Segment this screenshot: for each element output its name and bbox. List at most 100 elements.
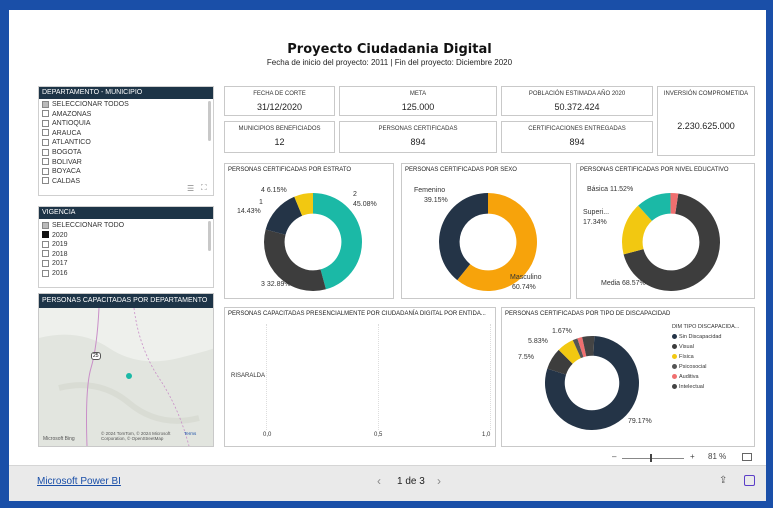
next-page-button[interactable]: › xyxy=(437,474,441,488)
option-label: AMAZONAS xyxy=(52,110,92,118)
checkbox[interactable] xyxy=(42,240,49,248)
legend-item[interactable]: Psicosocial xyxy=(672,362,752,372)
scrollbar[interactable] xyxy=(208,221,211,251)
checkbox[interactable] xyxy=(42,129,49,137)
x-tick: 0,0 xyxy=(263,432,272,438)
slicer-option[interactable]: ANTIOQUIA xyxy=(39,119,213,129)
slicer-option[interactable]: 2020 xyxy=(39,231,213,241)
checkbox[interactable] xyxy=(42,139,49,147)
label-estrato-4: 4 6.15% xyxy=(261,187,287,194)
chart-title: PERSONAS CERTIFICADAS POR ESTRATO xyxy=(228,167,352,173)
checkbox[interactable] xyxy=(42,110,49,118)
option-label: CALDAS xyxy=(52,177,81,185)
checkbox[interactable] xyxy=(42,148,49,156)
entidad-bar-panel[interactable]: PERSONAS CAPACITADAS PRESENCIALMENTE POR… xyxy=(224,307,496,447)
zoom-control[interactable]: – + 81 % xyxy=(612,452,762,464)
nivel-donut[interactable] xyxy=(621,192,721,292)
slicer-option[interactable]: ATLANTICO xyxy=(39,138,213,148)
gridline xyxy=(266,324,267,430)
expand-icon[interactable]: ⛶ xyxy=(201,183,207,193)
scrollbar[interactable] xyxy=(208,101,211,141)
checkbox[interactable] xyxy=(42,231,49,239)
checkbox[interactable] xyxy=(42,260,49,268)
slicer-option[interactable]: SELECCIONAR TODOS xyxy=(39,100,213,110)
card-value: 2.230.625.000 xyxy=(677,121,735,131)
filter-icon[interactable]: ☰ xyxy=(187,184,194,193)
map-terms-link[interactable]: Terms xyxy=(184,431,196,436)
fit-page-icon[interactable] xyxy=(742,453,752,461)
checkbox[interactable] xyxy=(42,250,49,258)
estrato-chart-panel[interactable]: PERSONAS CERTIFICADAS POR ESTRATO 4 6.15… xyxy=(224,163,394,299)
checkbox[interactable] xyxy=(42,100,49,108)
checkbox[interactable] xyxy=(42,269,49,277)
x-tick: 1,0 xyxy=(482,432,491,438)
prev-page-button[interactable]: ‹ xyxy=(377,474,381,488)
map-canvas[interactable] xyxy=(39,308,213,446)
vigencia-slicer[interactable]: VIGENCIA SELECCIONAR TODO 2020 2019 2018 201… xyxy=(38,206,214,288)
card-value: 125.000 xyxy=(401,102,435,112)
zoom-level: 81 % xyxy=(708,452,727,461)
slicer-option[interactable]: 2018 xyxy=(39,250,213,260)
slicer-option[interactable]: 2017 xyxy=(39,259,213,269)
powerbi-link[interactable]: Microsoft Power BI xyxy=(37,476,121,487)
slicer-option[interactable]: BOGOTA xyxy=(39,148,213,158)
slicer-option[interactable]: BOYACA xyxy=(39,167,213,177)
bing-logo: Microsoft Bing xyxy=(43,436,75,442)
option-label: 2019 xyxy=(52,241,68,249)
legend-swatch xyxy=(672,374,677,380)
legend-label: Intelectual xyxy=(679,384,705,390)
slicer-title: DEPARTAMENTO - MUNICIPIO xyxy=(39,87,213,99)
legend-item[interactable]: Sin Discapacidad xyxy=(672,332,752,342)
map-attribution: © 2024 TomTom, © 2024 Microsoft Corporat… xyxy=(101,431,171,441)
option-label: 2017 xyxy=(52,260,68,268)
slicer-option[interactable]: ARAUCA xyxy=(39,129,213,139)
map-panel[interactable]: PERSONAS CAPACITADAS POR DEPARTAMENTO 25… xyxy=(38,293,214,447)
slicer-list[interactable]: SELECCIONAR TODOS AMAZONAS ANTIOQUIA ARAUCA… xyxy=(39,99,213,186)
slicer-option[interactable]: 2019 xyxy=(39,240,213,250)
option-label: 2018 xyxy=(52,250,68,258)
zoom-slider-thumb[interactable] xyxy=(650,454,652,462)
footer-bar: Microsoft Power BI ‹ 1 de 3 › ⇪ xyxy=(9,465,766,501)
checkbox[interactable] xyxy=(42,177,49,185)
legend-item[interactable]: Auditiva xyxy=(672,372,752,382)
discapacidad-chart-panel[interactable]: PERSONAS CERTIFICADAS POR TIPO DE DISCAP… xyxy=(501,307,755,447)
department-slicer[interactable]: DEPARTAMENTO - MUNICIPIO SELECCIONAR TOD… xyxy=(38,86,214,196)
donut-slice-femenino[interactable] xyxy=(439,193,488,281)
legend-swatch xyxy=(672,334,677,340)
map-point[interactable] xyxy=(126,373,132,379)
slicer-option[interactable]: AMAZONAS xyxy=(39,110,213,120)
label-estrato-2b: 45.08% xyxy=(353,201,377,208)
gridline xyxy=(490,324,491,430)
slicer-option[interactable]: BOLIVAR xyxy=(39,158,213,168)
share-icon[interactable]: ⇪ xyxy=(719,475,727,486)
card-personas: PERSONAS CERTIFICADAS 894 xyxy=(339,121,497,153)
legend-item[interactable]: Intelectual xyxy=(672,382,752,392)
legend-label: Visual xyxy=(679,344,694,350)
label-masculino-pct: 60.74% xyxy=(512,284,536,291)
checkbox[interactable] xyxy=(42,167,49,175)
sexo-chart-panel[interactable]: PERSONAS CERTIFICADAS POR SEXO Femenino … xyxy=(401,163,571,299)
nivel-chart-panel[interactable]: PERSONAS CERTIFICADAS POR NIVEL EDUCATIV… xyxy=(576,163,755,299)
option-label: 2016 xyxy=(52,269,68,277)
page-subtitle: Fecha de inicio del proyecto: 2011 | Fin… xyxy=(266,58,513,67)
option-label: 2020 xyxy=(52,231,68,239)
zoom-out-button[interactable]: – xyxy=(612,452,616,461)
checkbox[interactable] xyxy=(42,158,49,166)
legend-item[interactable]: Física xyxy=(672,352,752,362)
discapacidad-donut[interactable] xyxy=(544,335,640,431)
zoom-in-button[interactable]: + xyxy=(690,452,695,461)
card-poblacion: POBLACIÓN ESTIMADA AÑO 2020 50.372.424 xyxy=(501,86,653,116)
slicer-option[interactable]: SELECCIONAR TODO xyxy=(39,221,213,231)
option-label: BOGOTA xyxy=(52,148,82,156)
slicer-list[interactable]: SELECCIONAR TODO 2020 2019 2018 2017 2016 xyxy=(39,219,213,279)
estrato-donut[interactable] xyxy=(263,192,363,292)
checkbox[interactable] xyxy=(42,221,49,229)
fullscreen-icon[interactable] xyxy=(744,475,755,486)
zoom-slider-track[interactable] xyxy=(622,458,684,459)
slicer-option[interactable]: 2016 xyxy=(39,269,213,279)
checkbox[interactable] xyxy=(42,119,49,127)
legend-items: Sin Discapacidad Visual Física Psicosocial A… xyxy=(672,332,752,392)
option-label: BOLIVAR xyxy=(52,158,82,166)
legend-item[interactable]: Visual xyxy=(672,342,752,352)
legend-swatch xyxy=(672,354,677,360)
